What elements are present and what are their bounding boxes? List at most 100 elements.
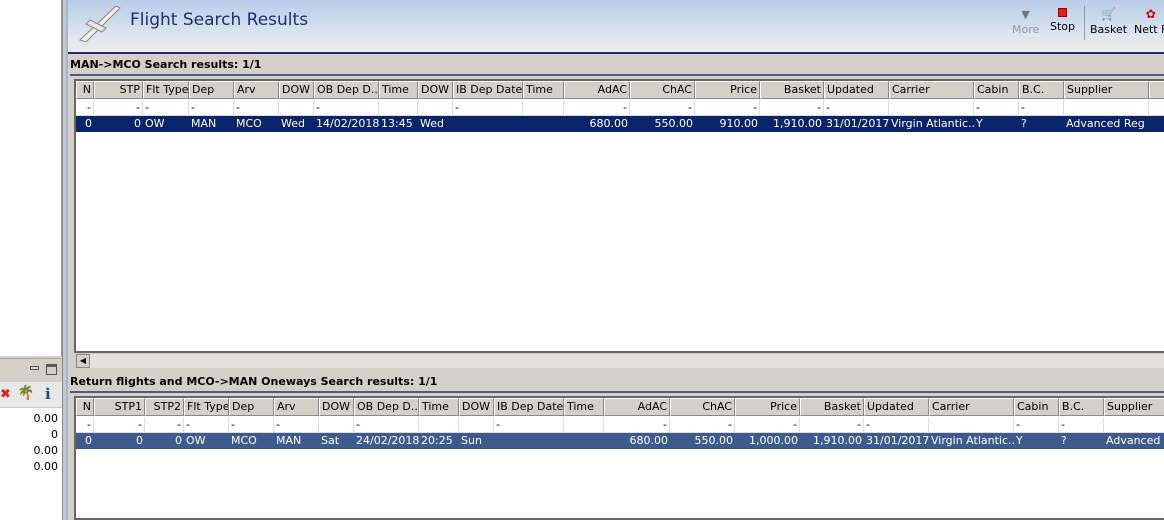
delete-icon[interactable]: ✖	[0, 387, 11, 402]
column-header[interactable]: Time	[564, 398, 604, 416]
column-header[interactable]: ChAC	[630, 81, 695, 99]
cell: 910.00	[719, 117, 759, 130]
column-header[interactable]: STP1	[94, 398, 145, 416]
info-icon[interactable]: i	[45, 385, 51, 403]
column-header[interactable]: Time	[379, 81, 418, 99]
column-header[interactable]: B.C.	[1019, 81, 1064, 99]
cell: Y	[1016, 434, 1023, 447]
basket-button[interactable]: 🛒 Basket	[1090, 8, 1127, 36]
stop-button[interactable]: Stop	[1050, 8, 1075, 33]
column-header[interactable]: Supplier	[1104, 398, 1164, 416]
header: Flight Search Results ▼ More Stop 🛒 Basket…	[68, 0, 1164, 52]
column-header[interactable]: DOW	[418, 81, 453, 99]
column-header[interactable]: Carrier	[929, 398, 1014, 416]
cell	[523, 100, 564, 116]
column-header[interactable]: Supplier	[1064, 81, 1149, 99]
airplane-icon	[79, 5, 121, 42]
cell	[564, 433, 604, 449]
column-header[interactable]: Basket	[760, 81, 824, 99]
palm-tree-icon[interactable]: 🌴	[17, 385, 34, 401]
minimize-icon[interactable]	[30, 366, 39, 370]
cell: ?	[1061, 434, 1067, 447]
column-header[interactable]: IB Dep Date	[494, 398, 564, 416]
column-header[interactable]: DOW	[279, 81, 314, 99]
column-header[interactable]: STP2	[145, 398, 184, 416]
section-divider	[70, 74, 1164, 76]
column-header[interactable]: Price	[695, 81, 760, 99]
column-header[interactable]: Carrier	[889, 81, 974, 99]
cell	[564, 417, 604, 433]
column-header[interactable]: DOW	[459, 398, 494, 416]
cell: -	[145, 417, 184, 433]
cell: OW	[186, 434, 206, 447]
cell: -	[189, 100, 234, 116]
cell: -	[494, 417, 564, 433]
cell: 14/02/2018	[316, 117, 379, 130]
value: 0	[51, 428, 58, 441]
nett-icon: ✿	[1145, 7, 1156, 21]
column-header[interactable]: Time	[523, 81, 564, 99]
cell: 0	[136, 434, 143, 447]
column-header[interactable]: AdAC	[564, 81, 630, 99]
column-header[interactable]: OB Dep D...	[314, 81, 379, 99]
column-header[interactable]: AdAC	[604, 398, 670, 416]
cell: -	[824, 100, 889, 116]
column-header[interactable]: Updated	[864, 398, 929, 416]
cell	[319, 417, 354, 433]
cell: -	[76, 100, 94, 116]
column-header[interactable]: Cabin	[1014, 398, 1059, 416]
cell	[459, 417, 494, 433]
header-row: N STP1 STP2 Flt Type Dep Arv DOW OB Dep D... Tim…	[76, 398, 1164, 416]
column-header[interactable]: Dep	[189, 81, 234, 99]
column-header[interactable]: Price	[735, 398, 800, 416]
basket-label: Basket	[1090, 23, 1128, 36]
splitter[interactable]	[62, 0, 68, 520]
column-header[interactable]: Time	[419, 398, 459, 416]
column-header[interactable]: STP	[94, 81, 143, 99]
cell: -	[1019, 100, 1064, 116]
cell: -	[354, 417, 419, 433]
cell: -	[184, 417, 229, 433]
column-header[interactable]: Updated	[824, 81, 889, 99]
basket-icon: 🛒	[1101, 7, 1117, 21]
column-header[interactable]: B.C.	[1059, 398, 1104, 416]
filter-row: ---------------	[76, 417, 1164, 433]
column-header[interactable]: DOW	[319, 398, 354, 416]
column-header[interactable]: N	[76, 81, 94, 99]
cell: Advanced Reg	[1106, 434, 1164, 447]
section-divider	[70, 391, 1164, 393]
column-header[interactable]: N	[76, 398, 94, 416]
more-button[interactable]: ▼ More	[1012, 8, 1039, 36]
column-header[interactable]: Cabin	[974, 81, 1019, 99]
column-header[interactable]: Arv	[234, 81, 279, 99]
scroll-left-icon[interactable]: ◀	[76, 354, 90, 368]
cell	[418, 100, 453, 116]
cell: -	[760, 100, 824, 116]
cell: Advanced Reg	[1066, 117, 1145, 130]
column-header[interactable]: Basket	[800, 398, 864, 416]
more-label: More	[1012, 23, 1040, 36]
table-row[interactable]: 0 0 0 OW MCO MAN Sat 24/02/2018 20:25 Sun 680.00 55…	[76, 433, 1164, 449]
page-title: Flight Search Results	[130, 10, 309, 30]
cell: Wed	[420, 117, 444, 130]
column-header[interactable]: Arv	[274, 398, 319, 416]
column-header[interactable]: Dep	[229, 398, 274, 416]
column-header[interactable]	[1149, 81, 1164, 99]
horizontal-scrollbar[interactable]: ◀	[76, 353, 1164, 368]
stop-label: Stop	[1050, 20, 1076, 33]
cell: 0	[175, 434, 182, 447]
cell: Wed	[281, 117, 305, 130]
cell: -	[94, 100, 143, 116]
column-header[interactable]: Flt Type	[184, 398, 229, 416]
cell: OW	[145, 117, 165, 130]
table-row[interactable]: 0 0 OW MAN MCO Wed 14/02/2018 13:45 Wed 680.00 550…	[76, 116, 1164, 132]
cell: 1,910.00	[773, 117, 822, 130]
cell: -	[735, 417, 800, 433]
nett-button[interactable]: ✿ Nett F	[1134, 8, 1164, 36]
column-header[interactable]: IB Dep Date	[453, 81, 523, 99]
maximize-icon[interactable]	[46, 364, 57, 375]
column-header[interactable]: OB Dep D...	[354, 398, 419, 416]
column-header[interactable]: ChAC	[670, 398, 735, 416]
column-header[interactable]: Flt Type	[143, 81, 189, 99]
cell: Sat	[321, 434, 340, 447]
